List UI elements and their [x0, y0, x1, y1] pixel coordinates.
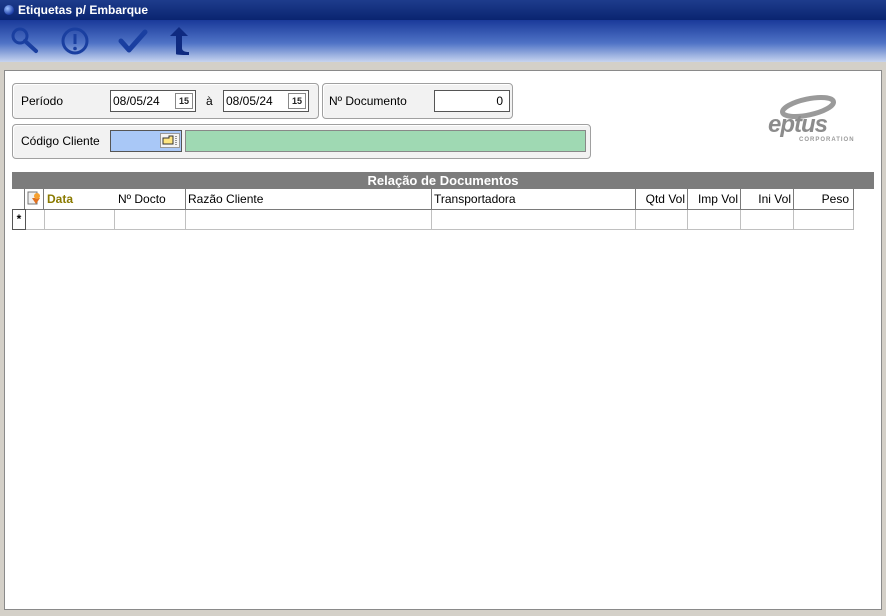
- window-title: Etiquetas p/ Embarque: [18, 3, 149, 17]
- grid-cell[interactable]: [432, 210, 636, 230]
- column-header-qtd-vol[interactable]: Qtd Vol: [636, 189, 688, 210]
- main-panel: Período 08/05/24 15 à 08/05/24 15 Nº Doc…: [4, 70, 882, 610]
- alert-icon: [61, 27, 89, 55]
- grid-title: Relação de Documentos: [12, 172, 874, 189]
- app-icon: [4, 5, 14, 15]
- calendar-icon[interactable]: 15: [288, 93, 306, 109]
- eptus-logo-text: eptus: [768, 111, 828, 138]
- grid-cell[interactable]: [741, 210, 794, 230]
- new-row-marker[interactable]: *: [12, 209, 26, 230]
- date-to-field[interactable]: 08/05/24 15: [223, 90, 309, 112]
- column-header-data[interactable]: Data: [44, 189, 118, 210]
- sort-icon: [27, 191, 40, 205]
- return-icon: [170, 27, 189, 55]
- lookup-icon[interactable]: [160, 133, 180, 148]
- column-header-peso[interactable]: Peso: [794, 189, 854, 210]
- grid-icon-header[interactable]: [25, 189, 44, 210]
- check-icon: [118, 29, 148, 53]
- grid-cell[interactable]: [115, 210, 186, 230]
- periodo-label: Período: [21, 94, 64, 108]
- toolbar: [0, 20, 886, 62]
- column-header-ini-vol[interactable]: Ini Vol: [741, 189, 794, 210]
- grid-cell[interactable]: [688, 210, 741, 230]
- search-button[interactable]: [8, 24, 42, 58]
- alert-button[interactable]: [58, 24, 92, 58]
- cliente-name-field: [185, 130, 586, 152]
- date-separator: à: [206, 94, 213, 108]
- periodo-group: Período 08/05/24 15 à 08/05/24 15: [12, 83, 319, 119]
- date-to-value: 08/05/24: [226, 94, 273, 108]
- cliente-label: Código Cliente: [21, 134, 100, 148]
- grid-cell[interactable]: [45, 210, 115, 230]
- documento-value: 0: [496, 94, 503, 108]
- column-header-razao-cliente[interactable]: Razão Cliente: [186, 189, 432, 210]
- documento-label: Nº Documento: [329, 94, 407, 108]
- eptus-logo: eptus CORPORATION: [760, 93, 860, 149]
- grid-cell[interactable]: [794, 210, 854, 230]
- column-header-imp-vol[interactable]: Imp Vol: [688, 189, 741, 210]
- date-from-value: 08/05/24: [113, 94, 160, 108]
- column-header-transportadora[interactable]: Transportadora: [432, 189, 636, 210]
- return-button[interactable]: [162, 24, 196, 58]
- confirm-button[interactable]: [116, 24, 150, 58]
- cliente-group: Código Cliente: [12, 124, 591, 159]
- grid-cell[interactable]: [186, 210, 432, 230]
- documento-group: Nº Documento 0: [322, 83, 513, 119]
- cliente-code-input[interactable]: [110, 130, 182, 152]
- eptus-logo-subtext: CORPORATION: [799, 137, 855, 143]
- search-icon: [11, 27, 38, 53]
- title-bar: Etiquetas p/ Embarque: [0, 0, 886, 20]
- date-from-field[interactable]: 08/05/24 15: [110, 90, 196, 112]
- calendar-icon[interactable]: 15: [175, 93, 193, 109]
- grid-cell[interactable]: [636, 210, 688, 230]
- column-header-n-docto[interactable]: Nº Docto: [115, 189, 186, 210]
- grid-corner: [12, 189, 25, 210]
- grid-cell[interactable]: [26, 210, 45, 230]
- documento-input[interactable]: 0: [434, 90, 510, 112]
